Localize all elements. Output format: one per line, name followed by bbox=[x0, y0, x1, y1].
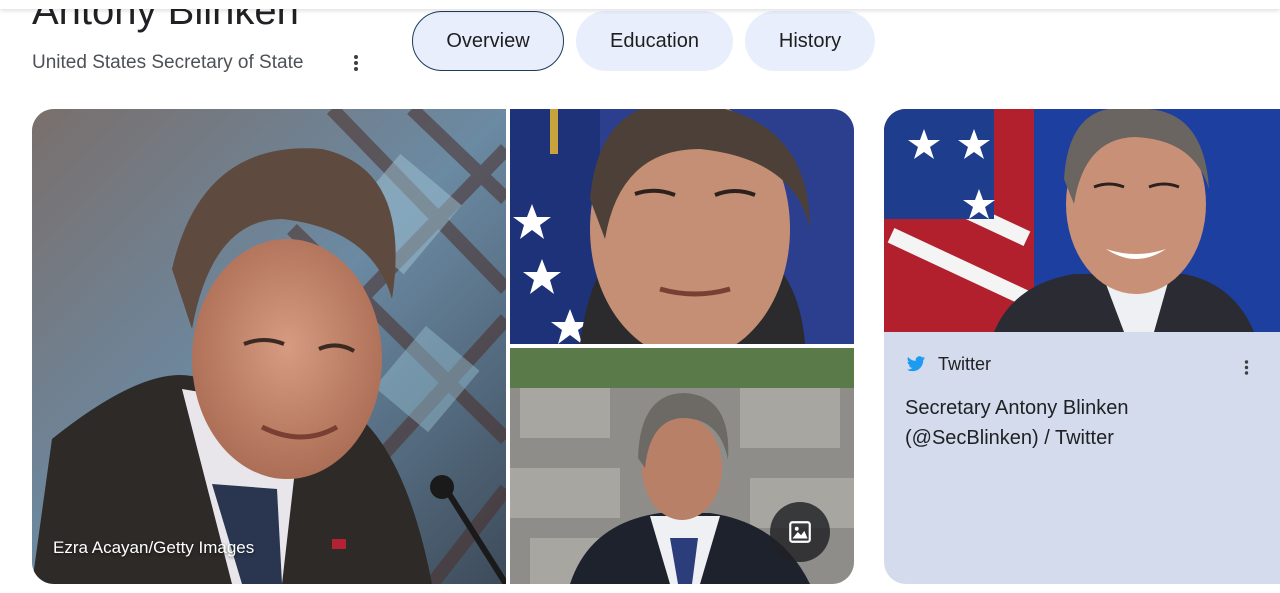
twitter-source-label: Twitter bbox=[938, 354, 992, 374]
entity-more-options-button[interactable] bbox=[343, 50, 369, 76]
main-portrait-image[interactable] bbox=[32, 109, 506, 584]
twitter-card-photo bbox=[884, 109, 1280, 332]
image-credit: Ezra Acayan/Getty Images bbox=[53, 538, 255, 557]
image-icon bbox=[789, 521, 811, 543]
entity-subtitle: United States Secretary of State bbox=[32, 52, 304, 73]
tab-history[interactable]: History bbox=[745, 11, 875, 71]
tab-education-label: Education bbox=[610, 29, 699, 52]
twitter-result-card[interactable]: Twitter Secretary Antony Blinken (@SecBl… bbox=[884, 109, 1280, 584]
tab-history-label: History bbox=[778, 29, 842, 52]
view-images-button[interactable] bbox=[770, 502, 830, 562]
tab-education[interactable]: Education bbox=[576, 11, 733, 71]
tab-overview-label: Overview bbox=[446, 29, 530, 52]
more-vert-icon bbox=[354, 55, 358, 71]
twitter-card-title[interactable]: Secretary Antony Blinken (@SecBlinken) /… bbox=[905, 393, 1245, 453]
twitter-bird-icon bbox=[906, 356, 926, 372]
portrait-image-flag[interactable] bbox=[510, 109, 854, 344]
main-portrait-illustration bbox=[32, 109, 506, 584]
twitter-card-more-button[interactable] bbox=[1234, 355, 1258, 379]
twitter-source: Twitter bbox=[906, 354, 991, 375]
portrait-flag-illustration bbox=[510, 109, 854, 344]
top-bar-edge bbox=[0, 0, 1280, 9]
tab-overview[interactable]: Overview bbox=[412, 11, 564, 71]
more-vert-icon bbox=[1244, 359, 1248, 375]
